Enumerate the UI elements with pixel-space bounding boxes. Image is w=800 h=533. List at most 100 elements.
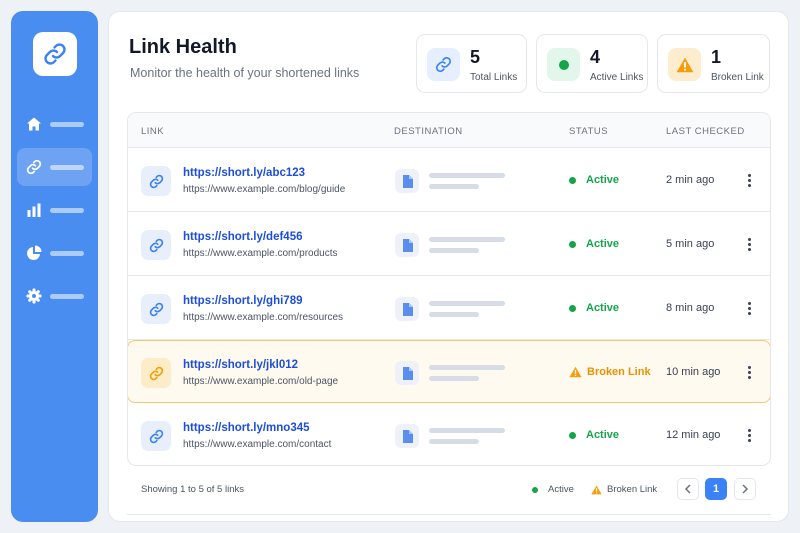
destination-url: https://www.example.com/resources	[183, 312, 344, 323]
table-row[interactable]: https://short.ly/ghi789 https://www.exam…	[128, 277, 770, 340]
legend-active: Active	[532, 484, 574, 495]
stat-label: Broken Link	[711, 72, 764, 83]
destination-url: https://www.example.com/old-page	[183, 376, 339, 387]
stat-icon-box	[547, 48, 580, 81]
page-1-button[interactable]: 1	[705, 478, 727, 500]
row-link-icon-box	[141, 421, 171, 451]
next-page-button[interactable]	[734, 478, 756, 500]
bar-chart-icon	[27, 203, 41, 217]
destination-icon-box	[395, 361, 419, 385]
short-link[interactable]: https://short.ly/def456	[183, 231, 303, 243]
sidebar-item-placeholder	[50, 208, 84, 213]
more-options-icon[interactable]	[742, 235, 756, 253]
links-table: LINK DESTINATION STATUS LAST CHECKED htt…	[127, 112, 771, 466]
active-dot-icon	[569, 304, 576, 312]
divider	[127, 514, 771, 515]
stat-icon-box	[427, 48, 460, 81]
last-checked: 10 min ago	[666, 366, 721, 378]
status-badge: Active	[569, 238, 619, 250]
table-row[interactable]: https://short.ly/abc123 https://www.exam…	[128, 149, 770, 212]
logo[interactable]	[33, 32, 77, 76]
more-options-icon[interactable]	[742, 299, 756, 317]
active-dot-icon	[569, 176, 576, 184]
stat-value: 1	[711, 47, 722, 67]
page-subtitle: Monitor the health of your shortened lin…	[130, 66, 360, 80]
destination-placeholder	[429, 439, 479, 444]
destination-placeholder	[429, 312, 479, 317]
short-link[interactable]: https://short.ly/jkl012	[183, 359, 298, 371]
prev-page-button[interactable]	[677, 478, 699, 500]
stat-value: 5	[470, 47, 481, 67]
short-link[interactable]: https://short.ly/ghi789	[183, 295, 303, 307]
pie-chart-icon	[27, 245, 42, 260]
active-dot-icon	[569, 240, 576, 248]
sidebar-item-placeholder	[50, 294, 84, 299]
document-icon	[402, 429, 413, 443]
destination-url: https://www.example.com/contact	[183, 439, 332, 450]
link-icon	[149, 174, 163, 188]
destination-icon-box	[395, 297, 419, 321]
sidebar-item-settings[interactable]	[17, 277, 92, 315]
link-logo-icon	[44, 43, 66, 65]
status-text: Active	[586, 302, 620, 314]
sidebar-item-analytics[interactable]	[17, 191, 92, 229]
destination-icon-box	[395, 233, 419, 257]
legend-label: Active	[548, 484, 574, 495]
stat-label: Active Links	[590, 72, 644, 83]
active-dot-icon	[532, 486, 538, 493]
legend-broken: Broken Link	[591, 484, 657, 495]
sidebar-item-reports[interactable]	[17, 234, 92, 272]
green-dot-icon	[558, 59, 569, 70]
stat-value: 4	[590, 47, 601, 67]
destination-placeholder	[429, 301, 505, 306]
destination-placeholder	[429, 173, 505, 178]
stat-icon-box	[668, 48, 701, 81]
link-icon	[149, 429, 163, 443]
stat-broken-links: 1 Broken Link	[657, 34, 770, 93]
status-badge: Active	[569, 429, 619, 441]
destination-placeholder	[429, 365, 505, 370]
status-badge: Active	[569, 174, 619, 186]
status-text: Active	[586, 238, 620, 250]
row-link-icon-box	[141, 294, 171, 324]
status-badge: Active	[569, 302, 619, 314]
destination-placeholder	[429, 184, 479, 189]
row-link-icon-box	[141, 166, 171, 196]
chevron-right-icon	[742, 484, 749, 494]
link-icon	[435, 56, 452, 73]
sidebar-item-placeholder	[50, 251, 84, 256]
sidebar	[11, 11, 98, 522]
legend-label: Broken Link	[607, 484, 658, 495]
table-row[interactable]: https://short.ly/mno345 https://www.exam…	[128, 404, 770, 465]
status-text: Broken Link	[587, 366, 651, 378]
stat-total-links: 5 Total Links	[416, 34, 527, 93]
more-options-icon[interactable]	[742, 171, 756, 189]
more-options-icon[interactable]	[742, 426, 756, 444]
sidebar-item-home[interactable]	[17, 105, 92, 143]
destination-placeholder	[429, 428, 505, 433]
destination-placeholder	[429, 248, 479, 253]
warning-icon	[591, 485, 602, 494]
short-link[interactable]: https://short.ly/mno345	[183, 422, 310, 434]
status-text: Active	[586, 174, 620, 186]
warning-icon	[569, 366, 582, 378]
destination-url: https://www.example.com/blog/guide	[183, 184, 346, 195]
home-icon	[27, 117, 41, 131]
column-header-destination: DESTINATION	[394, 126, 463, 137]
destination-icon-box	[395, 424, 419, 448]
table-row[interactable]: https://short.ly/def456 https://www.exam…	[128, 213, 770, 276]
table-row-broken[interactable]: https://short.ly/jkl012 https://www.exam…	[128, 340, 770, 403]
destination-placeholder	[429, 376, 479, 381]
status-text: Active	[586, 429, 620, 441]
chevron-left-icon	[684, 484, 691, 494]
more-options-icon[interactable]	[742, 363, 756, 381]
document-icon	[402, 174, 413, 188]
row-link-icon-box	[141, 358, 171, 388]
column-header-last-checked: LAST CHECKED	[666, 126, 745, 137]
document-icon	[402, 238, 413, 252]
link-icon	[26, 159, 42, 175]
stat-active-links: 4 Active Links	[536, 34, 648, 93]
sidebar-item-links[interactable]	[17, 148, 92, 186]
short-link[interactable]: https://short.ly/abc123	[183, 167, 305, 179]
row-link-icon-box	[141, 230, 171, 260]
